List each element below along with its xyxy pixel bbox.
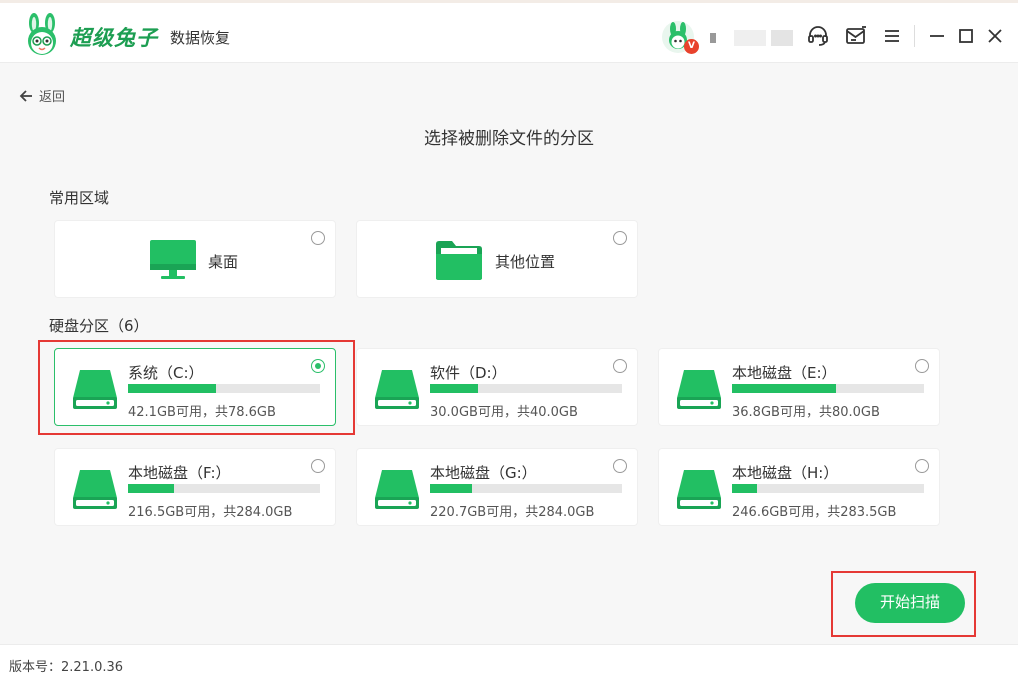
folder-icon (436, 241, 482, 280)
usage-bar (732, 484, 924, 493)
monitor-icon (150, 240, 196, 279)
disk-section-label: 硬盘分区（6） (49, 317, 149, 335)
hard-drive-icon (375, 370, 419, 409)
usage-bar (430, 384, 622, 393)
drive-card[interactable]: 软件（D:） 30.0GB可用，共40.0GB (356, 348, 638, 426)
usage-bar (430, 484, 622, 493)
hard-drive-icon (375, 470, 419, 509)
drive-capacity: 246.6GB可用，共283.5GB (732, 505, 897, 520)
title-bar: 超级兔子 数据恢复 V (0, 3, 1018, 63)
usage-bar-fill (128, 384, 217, 393)
location-card-desktop[interactable]: 桌面 (54, 220, 336, 298)
radio-button[interactable] (311, 359, 325, 373)
brand-name: 超级兔子 (70, 26, 158, 50)
drive-name: 本地磁盘（F:） (128, 464, 231, 482)
radio-button[interactable] (915, 359, 929, 373)
drive-name: 本地磁盘（H:） (732, 464, 839, 482)
drive-capacity: 30.0GB可用，共40.0GB (430, 405, 578, 420)
drive-capacity: 220.7GB可用，共284.0GB (430, 505, 595, 520)
page-title: 选择被删除文件的分区 (424, 129, 594, 149)
drive-card[interactable]: 本地磁盘（F:） 216.5GB可用，共284.0GB (54, 448, 336, 526)
location-card-other[interactable]: 其他位置 (356, 220, 638, 298)
hard-drive-icon (73, 470, 117, 509)
vip-badge: V (684, 39, 699, 54)
hard-drive-icon (677, 470, 721, 509)
version-label: 版本号：2.21.0.36 (9, 660, 124, 675)
back-label: 返回 (39, 90, 66, 105)
titlebar-divider (914, 25, 915, 47)
hard-drive-icon (73, 370, 117, 409)
drive-card[interactable]: 本地磁盘（H:） 246.6GB可用，共283.5GB (658, 448, 940, 526)
usage-bar-fill (430, 484, 473, 493)
message-icon[interactable] (843, 23, 869, 49)
drive-capacity: 36.8GB可用，共80.0GB (732, 405, 880, 420)
username-masked[interactable] (710, 27, 794, 47)
drive-capacity: 216.5GB可用，共284.0GB (128, 505, 293, 520)
common-section-label: 常用区域 (49, 189, 110, 207)
drive-name: 系统（C:） (128, 364, 204, 382)
usage-bar (128, 384, 320, 393)
close-icon[interactable] (982, 23, 1008, 49)
product-name: 数据恢复 (170, 29, 231, 47)
usage-bar (732, 384, 924, 393)
rabbit-logo-icon (28, 13, 56, 55)
minimize-icon[interactable] (924, 23, 950, 49)
menu-icon[interactable] (879, 23, 905, 49)
drive-card[interactable]: 本地磁盘（G:） 220.7GB可用，共284.0GB (356, 448, 638, 526)
start-scan-button[interactable]: 开始扫描 (855, 583, 965, 623)
radio-button[interactable] (915, 459, 929, 473)
usage-bar-fill (128, 484, 175, 493)
usage-bar-fill (732, 384, 836, 393)
drive-capacity: 42.1GB可用，共78.6GB (128, 405, 276, 420)
hard-drive-icon (677, 370, 721, 409)
usage-bar-fill (732, 484, 757, 493)
radio-button[interactable] (311, 459, 325, 473)
radio-button[interactable] (613, 231, 627, 245)
maximize-icon[interactable] (953, 23, 979, 49)
drive-card[interactable]: 本地磁盘（E:） 36.8GB可用，共80.0GB (658, 348, 940, 426)
drive-name: 软件（D:） (430, 364, 507, 382)
usage-bar-fill (430, 384, 478, 393)
support-chat-icon[interactable] (805, 23, 831, 49)
drive-name: 本地磁盘（E:） (732, 364, 837, 382)
location-label: 其他位置 (495, 253, 556, 271)
radio-button[interactable] (613, 459, 627, 473)
radio-button[interactable] (613, 359, 627, 373)
footer: 版本号：2.21.0.36 (0, 644, 1018, 682)
location-label: 桌面 (208, 253, 239, 271)
arrow-left-icon (19, 89, 32, 102)
usage-bar (128, 484, 320, 493)
drive-card[interactable]: 系统（C:） 42.1GB可用，共78.6GB (54, 348, 336, 426)
back-link[interactable]: 返回 (18, 86, 65, 105)
drive-name: 本地磁盘（G:） (430, 464, 537, 482)
radio-button[interactable] (311, 231, 325, 245)
